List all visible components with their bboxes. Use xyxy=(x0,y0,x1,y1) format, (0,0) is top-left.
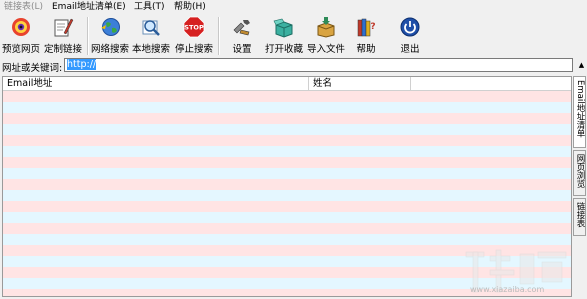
address-input[interactable]: http:// xyxy=(64,58,573,72)
table-row[interactable] xyxy=(3,223,571,234)
menu-email-list[interactable]: Email地址清单(E) xyxy=(52,0,126,14)
pin-arrow-icon[interactable]: ▲ xyxy=(576,59,587,71)
table-row[interactable] xyxy=(3,234,571,245)
custom-link-label: 定制链接 xyxy=(43,44,82,55)
preview-page-button[interactable]: 预览网页 xyxy=(0,14,42,58)
menu-tools[interactable]: 工具(T) xyxy=(134,0,165,14)
table-row[interactable] xyxy=(3,135,571,146)
exit-button[interactable]: 退出 xyxy=(392,14,428,58)
table-row[interactable] xyxy=(3,91,571,102)
tools-icon xyxy=(233,20,250,36)
web-search-button[interactable]: 网络搜索 xyxy=(90,14,130,58)
tab-link-table[interactable]: 链接表 xyxy=(573,198,586,236)
tab-link-table-label: 链接表 xyxy=(575,202,585,228)
power-icon xyxy=(400,17,420,37)
table-row[interactable] xyxy=(3,179,571,190)
stop-search-button[interactable]: STOP 停止搜索 xyxy=(172,14,216,58)
help-label: 帮助 xyxy=(356,44,376,55)
menu-help[interactable]: 帮助(H) xyxy=(174,0,206,14)
column-header-email[interactable]: Email地址 xyxy=(3,77,309,90)
toolbar-separator xyxy=(218,17,220,55)
table-row[interactable] xyxy=(3,201,571,212)
address-label: 网址或关键词: xyxy=(2,63,63,74)
stop-search-label: 停止搜索 xyxy=(174,44,213,55)
books-icon: ? xyxy=(357,18,376,37)
edit-document-icon xyxy=(54,18,74,37)
magnifier-icon xyxy=(142,20,160,36)
open-favorites-label: 打开收藏 xyxy=(264,44,303,55)
open-box-icon xyxy=(273,18,293,38)
preview-page-label: 预览网页 xyxy=(1,44,40,55)
globe-icon xyxy=(101,18,120,36)
tab-email-list-label: Email地址清单 xyxy=(575,80,585,138)
tab-web-browse-label: 网页浏览 xyxy=(575,154,585,188)
toolbar: 预览网页 定制链接 网络搜索 本地搜索 STOP 停止搜索 设置 打开收藏 导入… xyxy=(0,14,587,58)
help-button[interactable]: ? 帮助 xyxy=(348,14,384,58)
table-row[interactable] xyxy=(3,212,571,223)
custom-link-button[interactable]: 定制链接 xyxy=(42,14,84,58)
tab-web-browse[interactable]: 网页浏览 xyxy=(573,150,586,196)
exit-label: 退出 xyxy=(400,44,420,55)
local-search-label: 本地搜索 xyxy=(131,44,170,55)
menu-bar: 链接表(L) Email地址清单(E) 工具(T) 帮助(H) xyxy=(0,0,587,14)
svg-text:?: ? xyxy=(370,22,375,32)
import-file-label: 导入文件 xyxy=(306,44,345,55)
web-search-label: 网络搜索 xyxy=(90,44,129,55)
table-row[interactable] xyxy=(3,113,571,124)
menu-link-table[interactable]: 链接表(L) xyxy=(4,0,43,14)
stop-sign-icon: STOP xyxy=(183,16,205,38)
table-row[interactable] xyxy=(3,146,571,157)
table-row[interactable] xyxy=(3,124,571,135)
import-file-button[interactable]: 导入文件 xyxy=(306,14,346,58)
table-row[interactable] xyxy=(3,157,571,168)
tab-email-list[interactable]: Email地址清单 xyxy=(573,76,586,148)
table-row[interactable] xyxy=(3,168,571,179)
import-box-icon xyxy=(317,17,335,38)
eye-flower-icon xyxy=(12,18,30,36)
toolbar-separator xyxy=(87,17,89,55)
stop-sign-text: STOP xyxy=(184,24,204,32)
settings-button[interactable]: 设置 xyxy=(222,14,262,58)
table-row[interactable] xyxy=(3,102,571,113)
table-row[interactable] xyxy=(3,190,571,201)
column-header-name[interactable]: 姓名 xyxy=(309,77,411,90)
address-value: http:// xyxy=(67,59,97,70)
open-favorites-button[interactable]: 打开收藏 xyxy=(262,14,306,58)
address-bar: 网址或关键词: http:// ▲ xyxy=(0,58,587,74)
table-header: Email地址 姓名 xyxy=(3,77,571,91)
local-search-button[interactable]: 本地搜索 xyxy=(130,14,172,58)
watermark-site: www.xiazaiba.com xyxy=(470,285,545,294)
side-tab-strip: Email地址清单 网页浏览 链接表 xyxy=(573,76,587,299)
settings-label: 设置 xyxy=(232,44,252,55)
